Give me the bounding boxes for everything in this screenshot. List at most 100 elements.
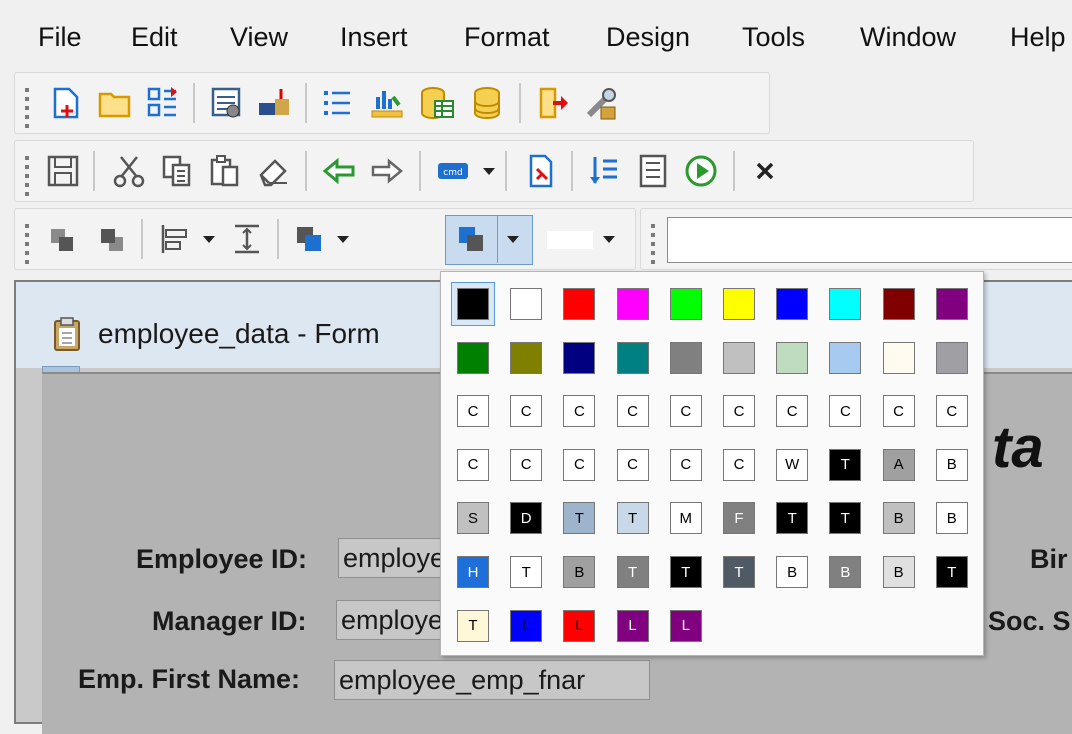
copy-icon[interactable] — [155, 149, 199, 193]
font-color-icon[interactable] — [547, 231, 593, 249]
paste-icon[interactable] — [203, 149, 247, 193]
form-layout-icon[interactable] — [141, 81, 185, 125]
color-swatch[interactable]: T — [616, 556, 649, 588]
color-swatch[interactable]: C — [669, 395, 702, 428]
menu-file[interactable]: File — [38, 22, 82, 53]
color-swatch[interactable]: M — [669, 502, 702, 535]
color-swatch[interactable]: L — [510, 609, 543, 642]
chart-icon[interactable] — [365, 81, 409, 125]
cut-icon[interactable] — [107, 149, 151, 193]
menu-window[interactable]: Window — [860, 22, 956, 53]
color-swatch[interactable]: D — [510, 502, 543, 535]
color-swatch[interactable] — [882, 288, 915, 320]
color-swatch[interactable]: C — [510, 395, 543, 428]
color-swatch[interactable]: W — [776, 448, 809, 481]
font-color-dropdown-arrow[interactable] — [603, 236, 615, 243]
align-dropdown-arrow[interactable] — [203, 236, 215, 243]
new-form-icon[interactable] — [43, 81, 87, 125]
color-swatch[interactable] — [935, 288, 968, 320]
color-swatch[interactable]: A — [882, 448, 915, 481]
align-vertical-icon[interactable] — [225, 217, 269, 261]
color-swatch[interactable] — [829, 341, 862, 374]
close-icon[interactable] — [743, 149, 787, 193]
color-swatch[interactable]: L — [563, 609, 596, 642]
color-swatch[interactable]: T — [616, 502, 649, 535]
list-icon[interactable] — [315, 81, 359, 125]
color-swatch[interactable] — [563, 341, 596, 374]
color-swatch[interactable]: T — [829, 502, 862, 535]
color-swatch[interactable] — [510, 341, 543, 374]
color-swatch[interactable] — [723, 341, 755, 374]
color-swatch[interactable] — [882, 341, 915, 374]
color-swatch[interactable]: T — [563, 502, 596, 535]
line-color-icon[interactable] — [449, 217, 493, 261]
menu-help[interactable]: Help — [1010, 22, 1066, 53]
color-swatch[interactable] — [616, 288, 649, 320]
color-swatch[interactable]: C — [776, 395, 809, 428]
color-swatch[interactable]: S — [457, 502, 489, 535]
color-swatch[interactable]: C — [723, 448, 755, 481]
color-swatch[interactable] — [616, 341, 649, 374]
color-swatch[interactable]: C — [616, 395, 649, 428]
color-swatch[interactable]: T — [457, 609, 489, 642]
color-swatch[interactable] — [776, 288, 809, 320]
manager-id-field[interactable]: employee_manager_id — [336, 600, 452, 640]
color-swatch[interactable] — [510, 288, 543, 320]
color-swatch[interactable]: C — [457, 395, 489, 428]
color-swatch[interactable]: B — [829, 556, 862, 588]
color-swatch[interactable]: F — [723, 502, 755, 535]
toolbar-grip[interactable] — [25, 151, 29, 201]
color-swatch[interactable]: C — [457, 448, 489, 481]
fill-color-icon[interactable] — [287, 217, 331, 261]
color-swatch[interactable] — [457, 288, 489, 320]
toolbar-grip[interactable] — [651, 219, 655, 269]
menu-tools[interactable]: Tools — [742, 22, 805, 53]
report-preview-icon[interactable] — [519, 149, 563, 193]
color-swatch[interactable] — [776, 341, 809, 374]
command-icon[interactable]: cmd — [431, 149, 475, 193]
bring-to-front-icon[interactable] — [41, 217, 85, 261]
color-swatch[interactable]: C — [829, 395, 862, 428]
color-swatch[interactable]: B — [935, 448, 968, 481]
color-swatch[interactable]: C — [563, 395, 596, 428]
color-swatch[interactable]: C — [510, 448, 543, 481]
color-swatch[interactable] — [935, 341, 968, 374]
employee-id-field[interactable]: employee_emp_id — [338, 538, 454, 578]
color-swatch[interactable] — [563, 288, 596, 320]
color-swatch[interactable]: C — [723, 395, 755, 428]
table-database-icon[interactable] — [415, 81, 459, 125]
undo-icon[interactable] — [317, 149, 361, 193]
toolbar-grip[interactable] — [25, 219, 29, 269]
color-swatch[interactable]: T — [776, 502, 809, 535]
toolbar-grip[interactable] — [25, 83, 29, 133]
color-swatch[interactable] — [669, 341, 702, 374]
color-swatch[interactable]: T — [829, 448, 862, 481]
run-form-icon[interactable] — [679, 149, 723, 193]
command-dropdown-arrow[interactable] — [483, 168, 495, 175]
redo-icon[interactable] — [365, 149, 409, 193]
color-swatch[interactable]: T — [935, 556, 968, 588]
menu-edit[interactable]: Edit — [131, 22, 178, 53]
color-swatch[interactable]: L — [616, 609, 649, 642]
color-swatch[interactable]: B — [563, 556, 596, 588]
color-swatch[interactable] — [669, 288, 702, 320]
color-swatch[interactable] — [723, 288, 755, 320]
color-swatch[interactable]: T — [723, 556, 755, 588]
menu-design[interactable]: Design — [606, 22, 690, 53]
color-swatch[interactable]: L — [669, 609, 702, 642]
color-swatch[interactable]: H — [457, 556, 489, 588]
fill-color-dropdown-arrow[interactable] — [337, 236, 349, 243]
menu-format[interactable]: Format — [464, 22, 550, 53]
save-icon[interactable] — [41, 149, 85, 193]
first-name-field[interactable]: employee_emp_fnar — [334, 660, 650, 700]
exit-icon[interactable] — [531, 81, 575, 125]
color-swatch[interactable]: B — [882, 556, 915, 588]
color-swatch[interactable]: T — [669, 556, 702, 588]
color-swatch[interactable]: T — [510, 556, 543, 588]
color-swatch[interactable]: C — [616, 448, 649, 481]
color-swatch[interactable]: B — [882, 502, 915, 535]
color-swatch[interactable]: C — [669, 448, 702, 481]
database-icon[interactable] — [465, 81, 509, 125]
tools-key-icon[interactable] — [579, 81, 623, 125]
properties-icon[interactable] — [631, 149, 675, 193]
